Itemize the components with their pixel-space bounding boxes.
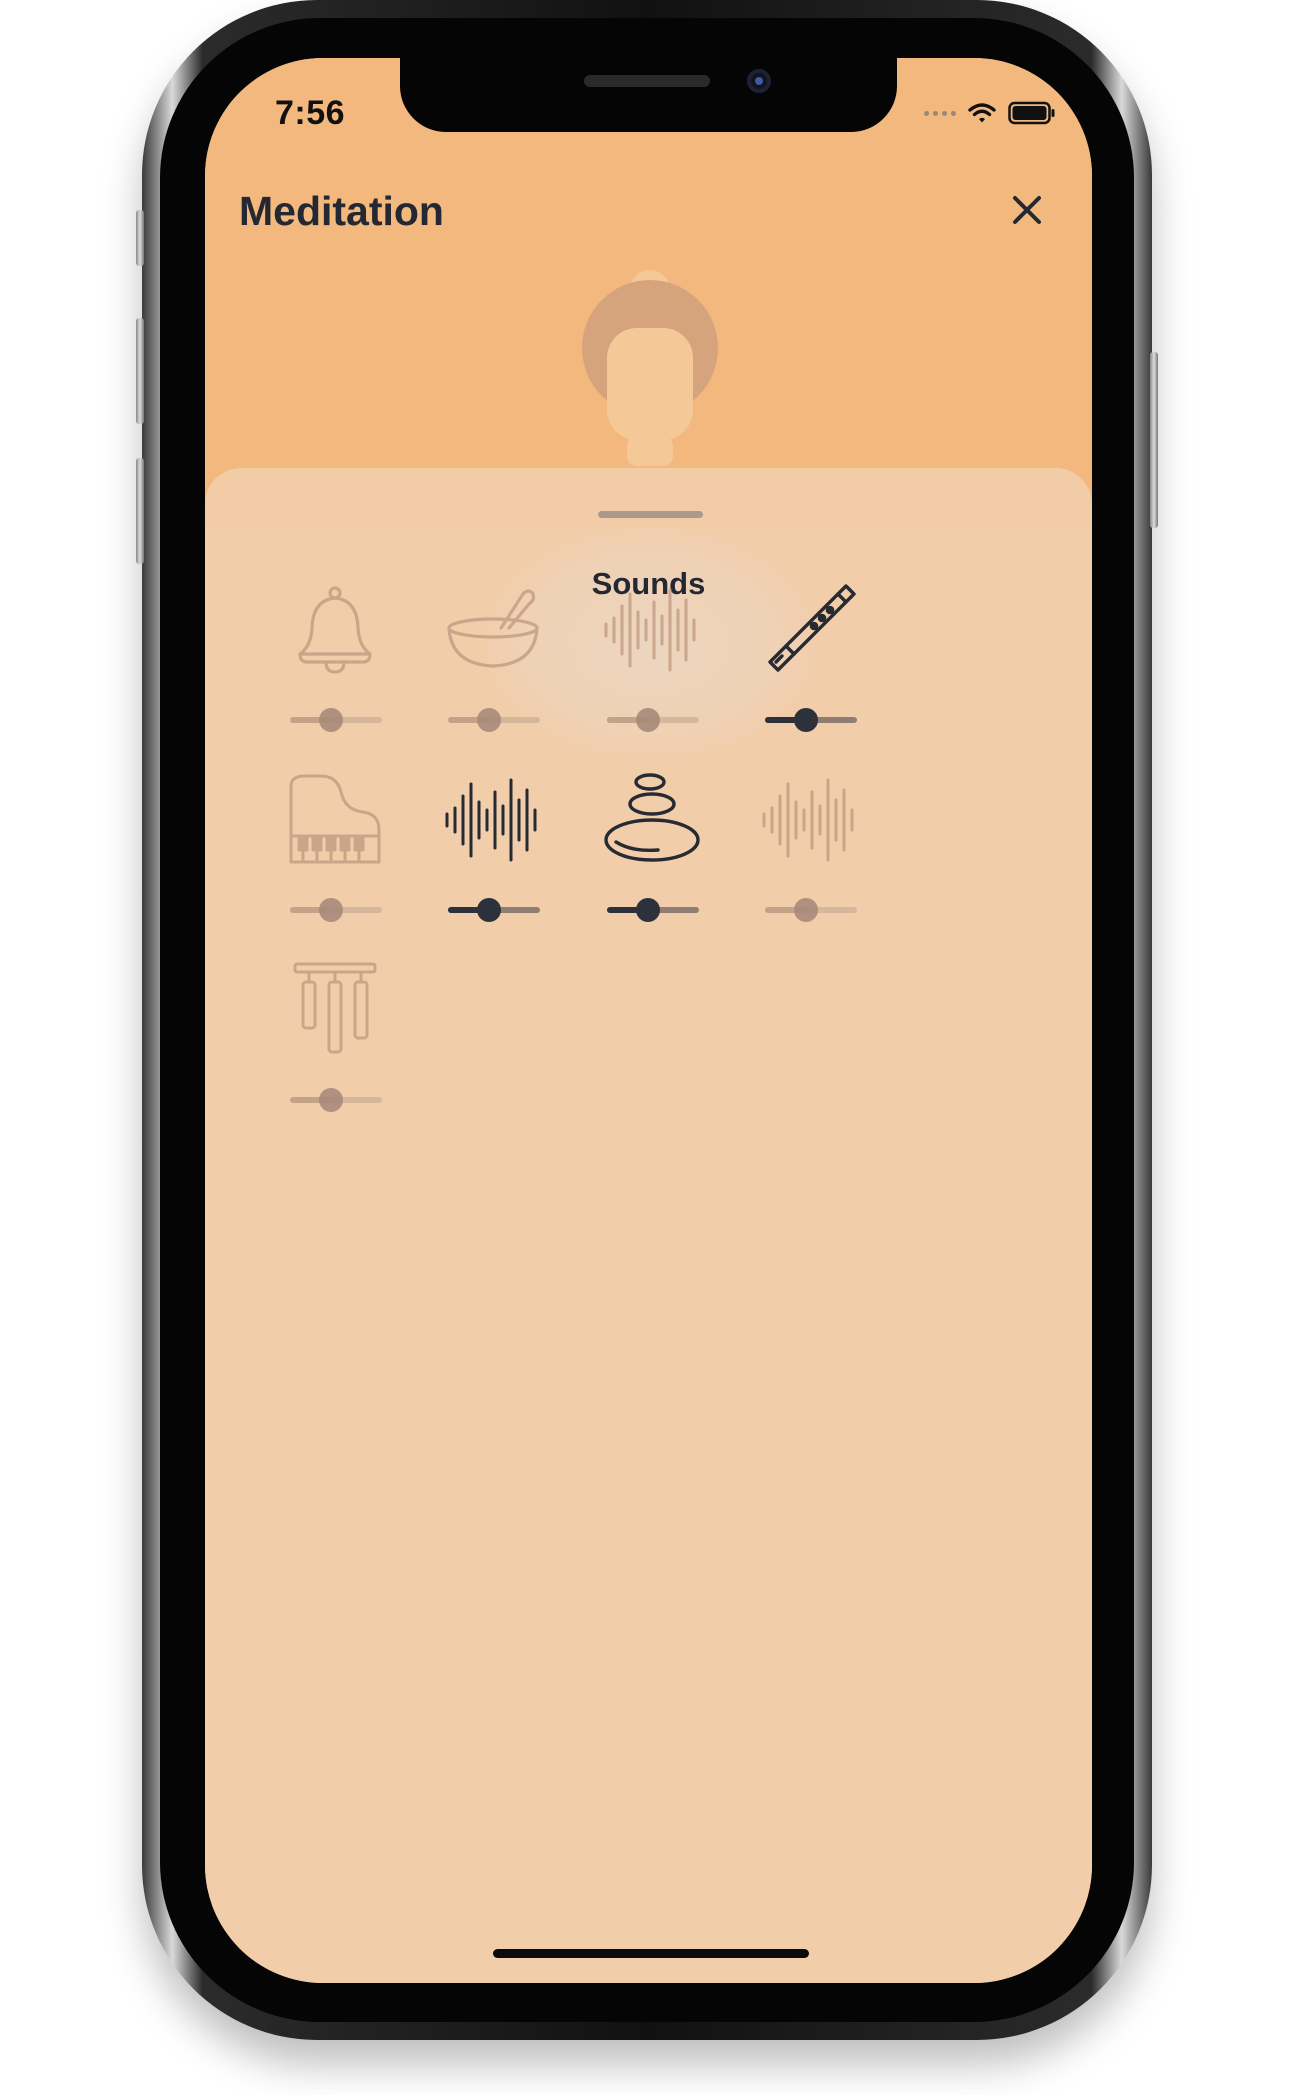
earpiece-speaker (584, 75, 710, 87)
waveform-icon[interactable] (760, 770, 860, 870)
volume-slider[interactable] (448, 895, 540, 925)
wifi-icon (968, 103, 996, 123)
volume-slider-thumb[interactable] (319, 1088, 344, 1112)
volume-slider-thumb[interactable] (477, 898, 502, 922)
volume-up-button (136, 318, 144, 424)
notch (400, 58, 897, 132)
volume-slider[interactable] (765, 705, 857, 735)
volume-slider[interactable] (607, 705, 699, 735)
volume-slider-thumb[interactable] (636, 898, 661, 922)
volume-slider[interactable] (607, 895, 699, 925)
waveform-icon[interactable] (602, 580, 702, 680)
sheet-drag-handle[interactable] (598, 511, 703, 518)
app-screen: 7:56 Meditation Sounds (205, 58, 1092, 1983)
volume-slider-thumb[interactable] (319, 708, 344, 732)
status-indicators (924, 98, 1056, 128)
singing-bowl-icon[interactable] (443, 580, 543, 680)
volume-slider[interactable] (290, 1085, 382, 1115)
volume-slider[interactable] (765, 895, 857, 925)
waveform-icon[interactable] (443, 770, 543, 870)
bell-icon[interactable] (285, 580, 385, 680)
sound-tile[interactable] (562, 580, 742, 750)
volume-slider[interactable] (448, 705, 540, 735)
close-button[interactable] (1005, 188, 1049, 232)
status-time: 7:56 (275, 94, 346, 132)
flute-icon[interactable] (760, 580, 860, 680)
stacked-stones-icon[interactable] (602, 770, 702, 870)
volume-slider-thumb[interactable] (319, 898, 344, 922)
volume-slider-thumb[interactable] (636, 708, 661, 732)
wind-chimes-icon[interactable] (285, 960, 385, 1060)
sound-tile[interactable] (245, 580, 425, 750)
sound-tile[interactable] (720, 770, 900, 940)
sound-tile[interactable] (403, 580, 583, 750)
volume-slider[interactable] (290, 705, 382, 735)
sounds-sheet: Sounds (205, 468, 1092, 1983)
sound-tile[interactable] (562, 770, 742, 940)
sound-tile[interactable] (245, 770, 425, 940)
sound-tile[interactable] (720, 580, 900, 750)
cellular-signal-icon (924, 110, 956, 116)
power-button (1150, 352, 1158, 528)
front-camera (747, 69, 771, 93)
mute-switch (136, 210, 144, 266)
volume-slider-thumb[interactable] (477, 708, 502, 732)
piano-icon[interactable] (285, 770, 385, 870)
battery-icon (1008, 101, 1055, 125)
close-icon (1013, 196, 1041, 224)
sound-tile[interactable] (245, 960, 425, 1130)
home-indicator[interactable] (493, 1949, 809, 1958)
sound-tile[interactable] (403, 770, 583, 940)
volume-slider-thumb[interactable] (794, 708, 819, 732)
volume-slider[interactable] (290, 895, 382, 925)
page-title: Meditation (239, 188, 444, 234)
volume-slider-thumb[interactable] (794, 898, 819, 922)
volume-down-button (136, 458, 144, 564)
